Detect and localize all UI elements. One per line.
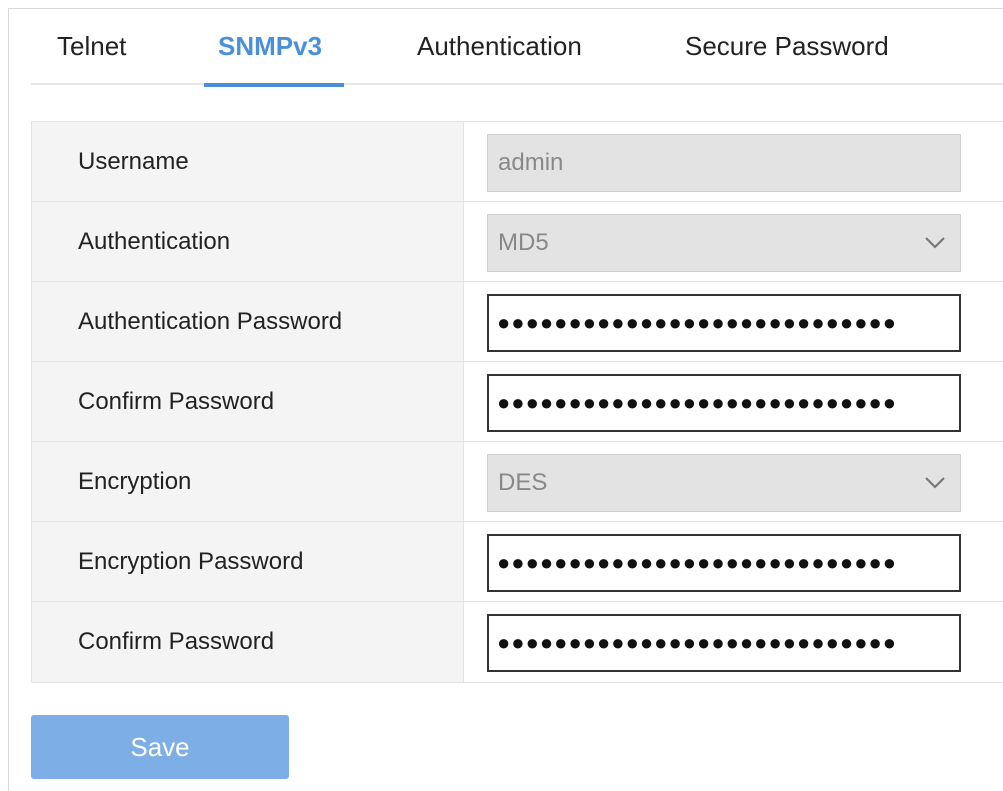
authentication-label: Authentication (78, 227, 231, 255)
auth-confirm-password-input[interactable]: ●●●●●●●●●●●●●●●●●●●●●●●●●●●● (487, 374, 961, 432)
tab-label: Secure Password (685, 31, 889, 61)
form-row-authentication: Authentication MD5 (32, 202, 1003, 282)
encryption-select[interactable]: DES (487, 454, 961, 512)
auth-password-input[interactable]: ●●●●●●●●●●●●●●●●●●●●●●●●●●●● (487, 294, 961, 352)
form-row-auth-password: Authentication Password ●●●●●●●●●●●●●●●●… (32, 282, 1003, 362)
active-tab-indicator (204, 83, 345, 87)
enc-password-label: Encryption Password (78, 547, 304, 575)
username-field: admin (487, 134, 961, 192)
auth-password-value: ●●●●●●●●●●●●●●●●●●●●●●●●●●●● (497, 310, 898, 335)
encryption-confirm-password-input[interactable]: ●●●●●●●●●●●●●●●●●●●●●●●●●●●● (487, 614, 961, 672)
tab-telnet[interactable]: Telnet (57, 31, 126, 83)
save-button[interactable]: Save (31, 715, 289, 779)
form-row-auth-confirm: Confirm Password ●●●●●●●●●●●●●●●●●●●●●●●… (32, 362, 1003, 442)
auth-password-label: Authentication Password (78, 307, 343, 335)
tab-authentication[interactable]: Authentication (417, 31, 582, 83)
username-value: admin (498, 149, 564, 176)
settings-panel: Telnet SNMPv3 Authentication Secure Pass… (8, 8, 1003, 791)
tab-secure-password[interactable]: Secure Password (685, 31, 889, 83)
username-label: Username (78, 147, 189, 175)
tab-snmpv3[interactable]: SNMPv3 (204, 31, 345, 87)
chevron-down-icon (925, 237, 945, 249)
tab-bar: Telnet SNMPv3 Authentication Secure Pass… (31, 9, 1003, 87)
authentication-value: MD5 (498, 229, 549, 256)
auth-confirm-label: Confirm Password (78, 387, 275, 415)
enc-confirm-label: Confirm Password (78, 628, 275, 655)
tab-label: SNMPv3 (218, 31, 323, 61)
tab-label: Authentication (417, 31, 582, 61)
authentication-select[interactable]: MD5 (487, 214, 961, 272)
form-row-enc-confirm: Confirm Password ●●●●●●●●●●●●●●●●●●●●●●●… (32, 602, 1003, 682)
chevron-down-icon (925, 477, 945, 489)
encryption-password-input[interactable]: ●●●●●●●●●●●●●●●●●●●●●●●●●●●● (487, 534, 961, 592)
encryption-label: Encryption (78, 467, 192, 495)
enc-confirm-value: ●●●●●●●●●●●●●●●●●●●●●●●●●●●● (497, 630, 898, 655)
auth-confirm-value: ●●●●●●●●●●●●●●●●●●●●●●●●●●●● (497, 390, 898, 415)
encryption-value: DES (498, 469, 548, 496)
snmpv3-form: Username admin Authentication MD5 Authen… (31, 121, 1003, 683)
tab-label: Telnet (57, 31, 127, 61)
form-row-encryption: Encryption DES (32, 442, 1003, 522)
enc-password-value: ●●●●●●●●●●●●●●●●●●●●●●●●●●●● (497, 550, 898, 575)
form-row-username: Username admin (32, 122, 1003, 202)
form-row-enc-password: Encryption Password ●●●●●●●●●●●●●●●●●●●●… (32, 522, 1003, 602)
